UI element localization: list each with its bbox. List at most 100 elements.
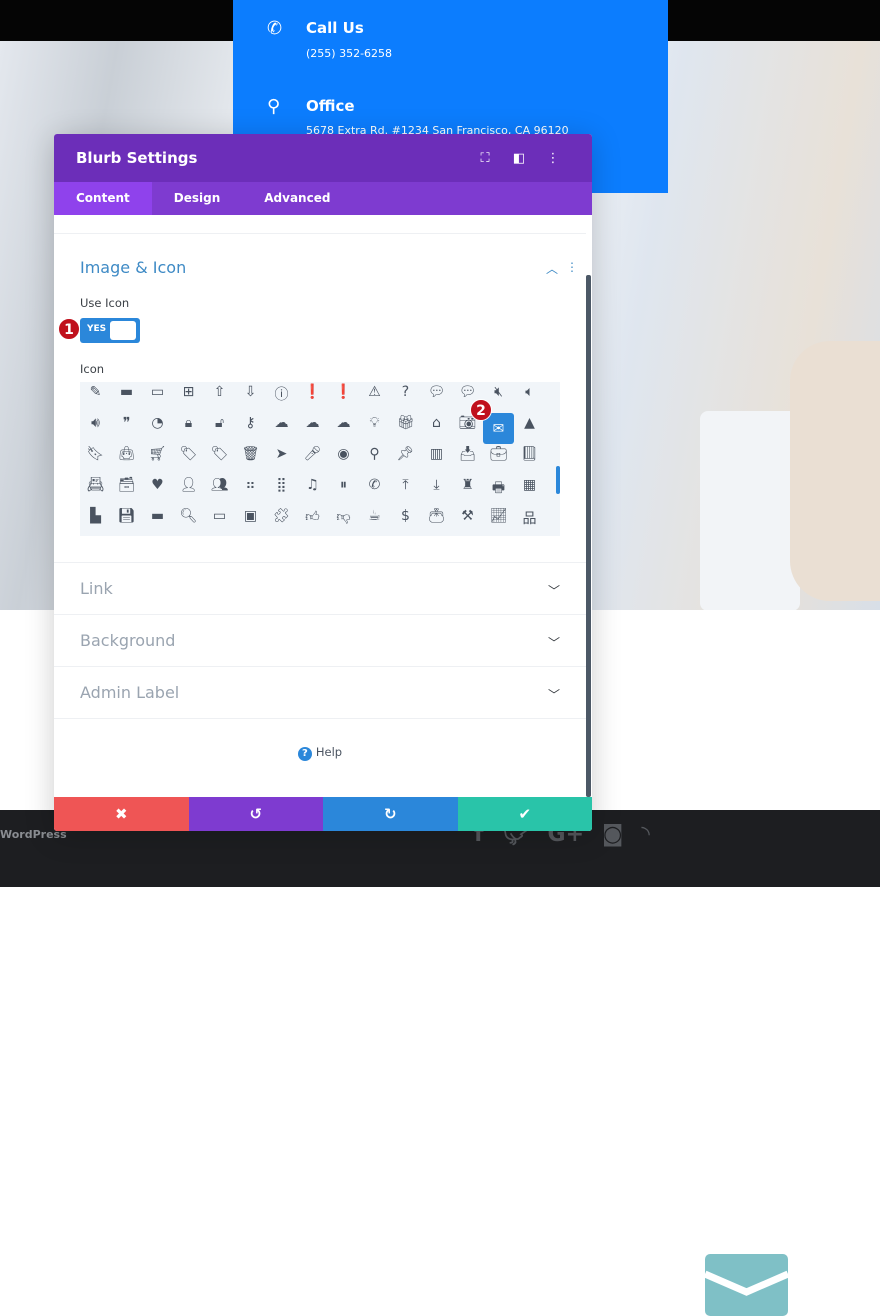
tab-advanced[interactable]: Advanced xyxy=(242,182,352,215)
home-icon[interactable]: ⌂ xyxy=(421,413,452,444)
info-icon[interactable]: ⓘ xyxy=(266,382,297,413)
presentation-icon[interactable]: 📈︎ xyxy=(483,506,514,536)
document-search-icon[interactable]: 🔍︎ xyxy=(173,506,204,536)
cloud-upload-icon[interactable]: ☁ xyxy=(297,413,328,444)
split-view-icon[interactable]: ◧ xyxy=(502,151,536,166)
pencil-icon[interactable]: ✎ xyxy=(80,382,111,413)
pause-icon[interactable]: ⏸ xyxy=(328,475,359,506)
floppy-icon[interactable]: 💾︎ xyxy=(111,506,142,536)
unlock-icon[interactable]: 🔓︎ xyxy=(204,413,235,444)
lock-icon[interactable]: 🔒︎ xyxy=(173,413,204,444)
clock-icon[interactable]: ◔ xyxy=(142,413,173,444)
panel-scrollbar[interactable] xyxy=(586,275,591,797)
use-icon-toggle[interactable]: YES xyxy=(80,318,140,343)
drive-icon[interactable]: ▬ xyxy=(142,506,173,536)
shopping-bag-icon[interactable]: 👜︎ xyxy=(111,444,142,475)
thumbs-down-icon[interactable]: 👎︎ xyxy=(328,506,359,536)
user-icon[interactable]: 👤︎ xyxy=(173,475,204,506)
tab-content[interactable]: Content xyxy=(54,182,152,215)
bookmark-icon[interactable]: 🔖︎ xyxy=(80,444,111,475)
save-button[interactable]: ✔ xyxy=(457,797,592,831)
section-image-icon-title[interactable]: Image & Icon xyxy=(80,258,186,277)
fullscreen-icon[interactable]: ⛶ xyxy=(468,151,502,166)
sitemap-icon[interactable]: 品 xyxy=(514,506,545,536)
cancel-button[interactable]: ✖ xyxy=(54,797,189,831)
tools-icon[interactable]: ⚒ xyxy=(452,506,483,536)
gift-icon[interactable]: 🎁︎ xyxy=(390,413,421,444)
inbox-icon[interactable]: 📥︎ xyxy=(452,444,483,475)
pushpin-icon[interactable]: 📌︎ xyxy=(390,444,421,475)
chess-rook-icon[interactable]: ♜ xyxy=(452,475,483,506)
key-icon[interactable]: ⚷ xyxy=(235,413,266,444)
comment-icon[interactable]: 💬︎ xyxy=(421,382,452,413)
section-admin-label[interactable]: Admin Label xyxy=(80,683,179,702)
cloud-download-icon[interactable]: ☁ xyxy=(328,413,359,444)
help-link[interactable]: ? Help xyxy=(54,745,586,761)
calculator-icon[interactable]: ▦ xyxy=(514,475,545,506)
upload-icon[interactable]: ⤒ xyxy=(390,475,421,506)
chevron-down-icon[interactable]: ﹀ xyxy=(548,634,560,651)
heart-icon[interactable]: ♥ xyxy=(142,475,173,506)
puzzle-icon[interactable]: 🧩︎ xyxy=(266,506,297,536)
book-icon[interactable]: 📕︎ xyxy=(514,444,545,475)
cup-icon[interactable]: ☕︎ xyxy=(359,506,390,536)
contact-title: Office xyxy=(306,97,355,115)
exclamation-icon[interactable]: ❗ xyxy=(328,382,359,413)
more-icon[interactable]: ⋮ xyxy=(566,260,578,274)
exclamation-circle-icon[interactable]: ❗ xyxy=(297,382,328,413)
icon-picker-scrollbar[interactable] xyxy=(556,466,560,494)
tab-design[interactable]: Design xyxy=(152,182,243,215)
thumbs-up-icon[interactable]: 👍︎ xyxy=(297,506,328,536)
download-icon[interactable]: ⤓ xyxy=(421,475,452,506)
music-icon[interactable]: ♫ xyxy=(297,475,328,506)
microphone-icon[interactable]: 🎤︎ xyxy=(297,444,328,475)
map-icon[interactable]: ▥ xyxy=(421,444,452,475)
folder-download-icon[interactable]: ⇩ xyxy=(235,382,266,413)
compass-icon[interactable]: ◉ xyxy=(328,444,359,475)
cursor-icon[interactable]: ➤ xyxy=(266,444,297,475)
panel-title: Blurb Settings xyxy=(76,149,198,167)
chevron-down-icon[interactable]: ﹀ xyxy=(548,582,560,599)
instagram-icon[interactable]: ◙ xyxy=(602,822,623,847)
cart-icon[interactable]: 🛒︎ xyxy=(142,444,173,475)
building-icon[interactable]: ▙ xyxy=(80,506,111,536)
panel-header[interactable]: Blurb Settings ⛶ ◧ ⋮ xyxy=(54,134,592,182)
question-icon[interactable]: ? xyxy=(390,382,421,413)
rss-icon[interactable]: ◝ xyxy=(641,822,650,847)
cloud-icon[interactable]: ☁ xyxy=(266,413,297,444)
phone-icon[interactable]: ✆ xyxy=(359,475,390,506)
tag-icon[interactable]: 🏷︎ xyxy=(173,444,204,475)
folder-upload-icon[interactable]: ⇧ xyxy=(204,382,235,413)
cone-icon[interactable]: ▲ xyxy=(514,413,545,444)
users-icon[interactable]: 👥︎ xyxy=(204,475,235,506)
volume-high-icon[interactable]: 🔊︎ xyxy=(80,413,111,444)
address-book-icon[interactable]: 📇︎ xyxy=(80,475,111,506)
id-card-icon[interactable]: ▭ xyxy=(204,506,235,536)
wallet-icon[interactable]: 👛︎ xyxy=(421,506,452,536)
folder-icon[interactable]: ▬ xyxy=(111,382,142,413)
volume-low-icon[interactable]: 🔈︎ xyxy=(514,382,545,413)
dollar-icon[interactable]: $ xyxy=(390,506,421,536)
section-background[interactable]: Background xyxy=(80,631,175,650)
chevron-up-icon[interactable]: ︿ xyxy=(546,260,558,277)
badge-id-icon[interactable]: ▣ xyxy=(235,506,266,536)
briefcase-icon[interactable]: 💼︎ xyxy=(483,444,514,475)
map-pin-icon[interactable]: ⚲ xyxy=(359,444,390,475)
grid-icon[interactable]: ⣿ xyxy=(266,475,297,506)
redo-button[interactable]: ↻ xyxy=(323,797,458,831)
printer-icon[interactable]: 🖶 xyxy=(483,475,514,506)
folder-open-icon[interactable]: ▭ xyxy=(142,382,173,413)
quote-icon[interactable]: ❞ xyxy=(111,413,142,444)
undo-button[interactable]: ↺ xyxy=(188,797,323,831)
warning-icon[interactable]: ⚠ xyxy=(359,382,390,413)
divider xyxy=(54,666,586,667)
more-icon[interactable]: ⋮ xyxy=(536,151,570,166)
chevron-down-icon[interactable]: ﹀ xyxy=(548,686,560,703)
trash-icon[interactable]: 🗑︎ xyxy=(235,444,266,475)
archive-icon[interactable]: 🗃︎ xyxy=(111,475,142,506)
lightbulb-icon[interactable]: 💡︎ xyxy=(359,413,390,444)
grid-small-icon[interactable]: ⠶ xyxy=(235,475,266,506)
section-link[interactable]: Link xyxy=(80,579,113,598)
tags-icon[interactable]: 🏷︎ xyxy=(204,444,235,475)
folder-add-icon[interactable]: ⊞ xyxy=(173,382,204,413)
